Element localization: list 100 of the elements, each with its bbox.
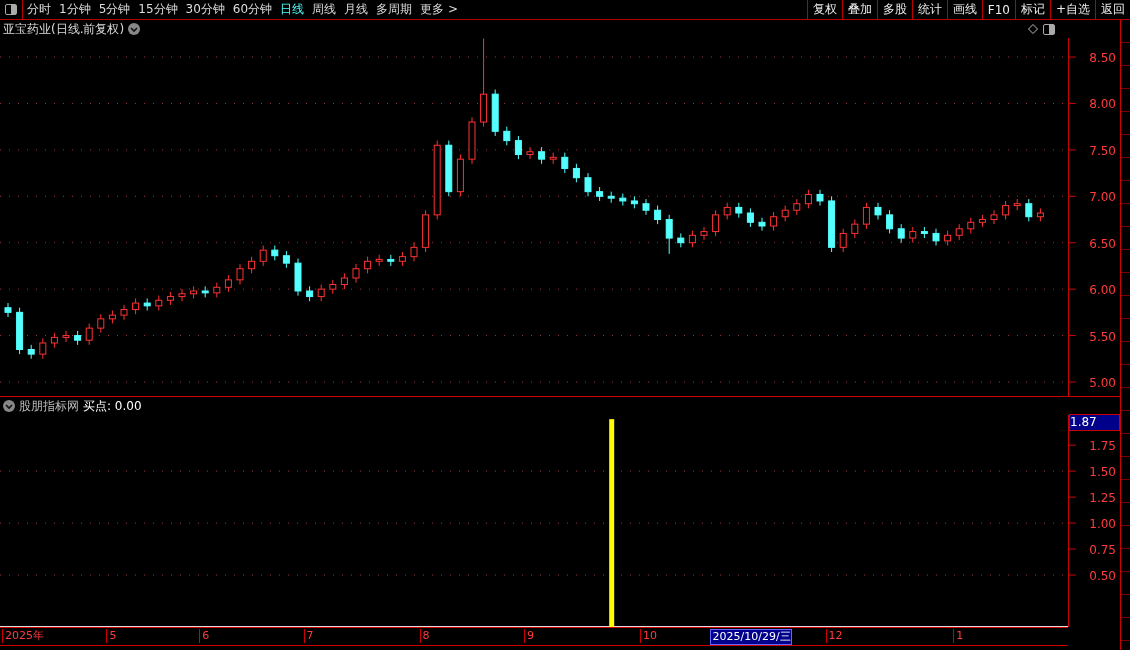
month-label: 2025年: [2, 629, 44, 643]
rising-candle: [793, 198, 801, 216]
rising-candle: [990, 209, 998, 225]
falling-candle: [932, 228, 940, 246]
month-label: 6: [199, 629, 210, 643]
falling-candle: [387, 254, 395, 267]
value-tick: 1.50: [1089, 465, 1116, 480]
rising-candle: [329, 279, 337, 295]
rising-candle: [967, 217, 975, 234]
value-tick: 1.75: [1089, 439, 1116, 454]
price-tick: 5.50: [1089, 329, 1116, 344]
price-tick: 8.50: [1089, 51, 1116, 66]
period-tab[interactable]: 30分钟: [181, 0, 229, 19]
rising-candle: [1013, 198, 1021, 211]
period-tab[interactable]: 1分钟: [55, 0, 95, 19]
toolbar-button[interactable]: 复权: [806, 0, 842, 19]
falling-candle: [4, 302, 12, 318]
rising-candle: [352, 263, 360, 284]
rising-candle: [839, 228, 847, 253]
rising-candle: [944, 230, 952, 246]
rising-candle: [248, 256, 256, 274]
panel-toggle-icon[interactable]: [1042, 23, 1056, 35]
toolbar-button[interactable]: 统计: [911, 0, 947, 19]
price-tick: 8.00: [1089, 97, 1116, 112]
period-tab[interactable]: 多周期: [372, 0, 417, 19]
month-label: 5: [106, 629, 117, 643]
rising-candle: [526, 146, 534, 160]
rising-candle: [259, 245, 267, 267]
toolbar-button[interactable]: F10: [981, 0, 1015, 19]
rising-candle: [410, 242, 418, 262]
falling-candle: [27, 344, 35, 360]
toolbar-button[interactable]: 叠加: [841, 0, 877, 19]
value-tick: 0.50: [1089, 569, 1116, 584]
period-tab[interactable]: 日线: [276, 0, 309, 19]
toolbar-button[interactable]: 返回: [1095, 0, 1130, 19]
rising-candle: [155, 295, 163, 311]
period-tab[interactable]: 更多 >: [416, 0, 462, 19]
toolbar-button[interactable]: 多股: [876, 0, 912, 19]
period-tab[interactable]: 分时: [23, 0, 55, 19]
rising-candle: [422, 209, 430, 253]
falling-candle: [294, 258, 302, 297]
falling-candle: [654, 205, 662, 225]
chevron-down-icon[interactable]: [3, 400, 15, 412]
toolbar-button[interactable]: 画线: [946, 0, 982, 19]
indicator-name: 股朋指标网: [19, 397, 79, 415]
falling-candle: [642, 198, 650, 216]
falling-candle: [538, 146, 546, 165]
rising-candle: [781, 205, 789, 222]
cursor-date-label: 2025/10/29/三: [709, 629, 792, 645]
falling-candle: [619, 193, 627, 207]
rising-candle: [688, 230, 696, 248]
rising-candle: [364, 256, 372, 274]
falling-candle: [920, 226, 928, 239]
rising-candle: [97, 313, 105, 334]
rising-candle: [851, 219, 859, 239]
rising-candle: [236, 263, 244, 285]
rising-candle: [955, 223, 963, 241]
chevron-down-icon[interactable]: [128, 23, 141, 35]
toolbar-button[interactable]: +自选: [1049, 0, 1095, 19]
rising-candle: [85, 323, 93, 346]
price-tick: 7.00: [1089, 190, 1116, 205]
rising-candle: [178, 288, 186, 302]
rising-candle: [340, 272, 348, 290]
period-tab[interactable]: 5分钟: [94, 0, 135, 19]
rising-candle: [62, 330, 70, 343]
cursor-value-label: 1.87: [1069, 414, 1120, 431]
falling-candle: [201, 285, 209, 298]
falling-candle: [503, 126, 511, 146]
price-tick: 5.00: [1089, 376, 1116, 390]
rising-candle: [120, 304, 128, 321]
rising-candle: [190, 285, 198, 299]
falling-candle: [897, 223, 905, 244]
falling-candle: [828, 195, 836, 253]
falling-candle: [514, 135, 522, 160]
indicator-reading: 买点: 0.00: [83, 397, 142, 415]
value-tick: 1.25: [1089, 491, 1116, 506]
rising-candle: [50, 332, 58, 349]
rising-candle: [375, 254, 383, 267]
stock-title: 亚宝药业(日线.前复权): [3, 20, 125, 38]
falling-candle: [758, 217, 766, 232]
rising-candle: [398, 251, 406, 267]
period-tab[interactable]: 周线: [308, 0, 341, 19]
month-label: 10: [640, 629, 657, 643]
price-tick: 7.50: [1089, 143, 1116, 158]
rising-candle: [712, 209, 720, 237]
rising-candle: [804, 189, 812, 209]
period-tab[interactable]: 60分钟: [228, 0, 277, 19]
diamond-icon[interactable]: [1028, 24, 1038, 34]
falling-candle: [282, 250, 290, 269]
price-tick: 6.00: [1089, 283, 1116, 298]
rising-candle: [166, 291, 174, 306]
falling-candle: [596, 186, 604, 202]
falling-candle: [143, 297, 151, 311]
falling-candle: [306, 285, 314, 302]
rising-candle: [317, 284, 325, 302]
falling-candle: [746, 207, 754, 228]
period-tab[interactable]: 15分钟: [134, 0, 182, 19]
toolbar-button[interactable]: 标记: [1014, 0, 1050, 19]
falling-candle: [271, 245, 279, 261]
period-tab[interactable]: 月线: [340, 0, 373, 19]
